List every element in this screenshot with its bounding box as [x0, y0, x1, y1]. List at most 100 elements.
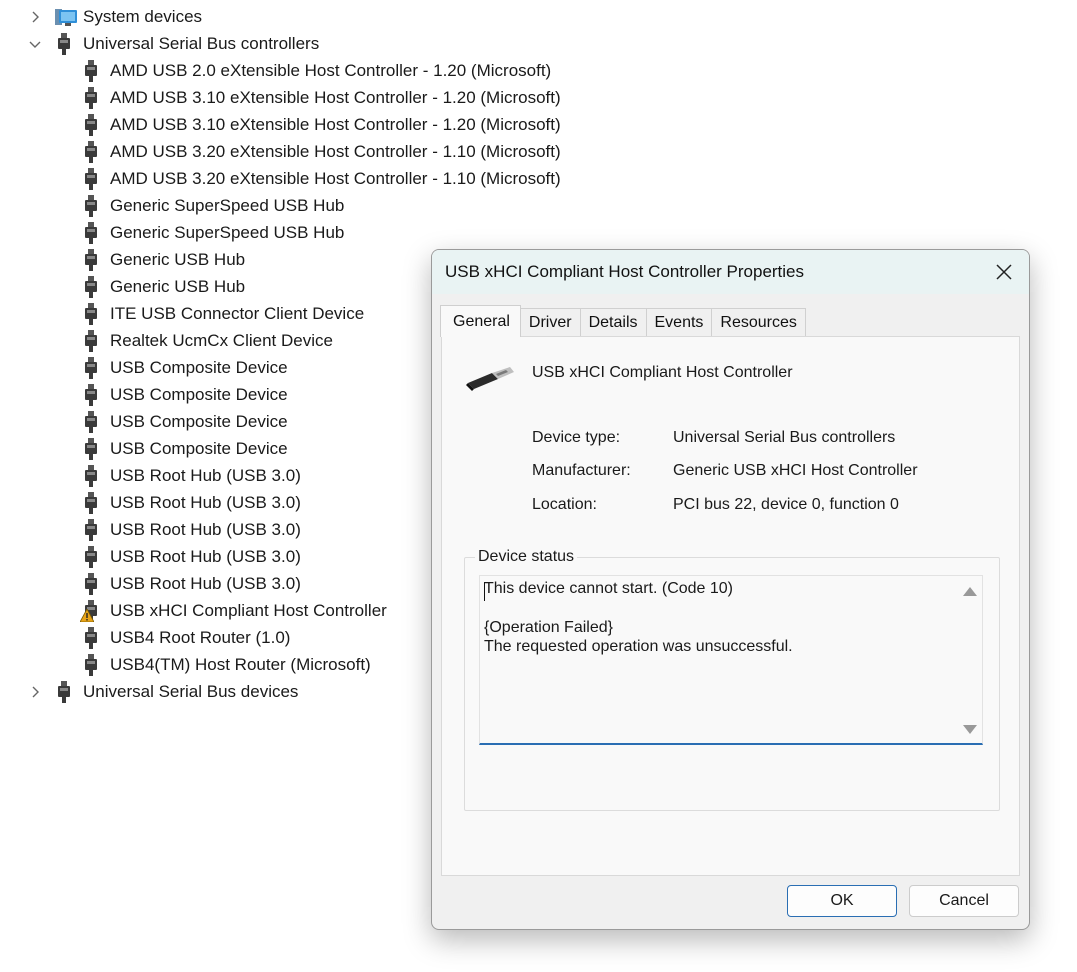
tree-item-usb-controller[interactable]: AMD USB 3.10 eXtensible Host Controller …	[81, 111, 561, 138]
tree-item-label: Universal Serial Bus devices	[83, 682, 299, 701]
tree-item-usb-controller[interactable]: USB Root Hub (USB 3.0)	[81, 516, 301, 543]
tree-item-label: ITE USB Connector Client Device	[110, 304, 365, 323]
tree-item-label: AMD USB 2.0 eXtensible Host Controller -…	[110, 61, 552, 80]
device-status-label: Device status	[475, 548, 578, 566]
tree-item-usb-controllers[interactable]: Universal Serial Bus controllers	[28, 30, 319, 57]
tab-general[interactable]: General	[440, 305, 521, 337]
tree-item-usb-controller[interactable]: Generic USB Hub	[81, 273, 245, 300]
tree-item-label: USB Root Hub (USB 3.0)	[110, 574, 301, 593]
usb-plug-icon	[81, 383, 101, 406]
tree-item-label: USB Composite Device	[110, 358, 288, 377]
tree-item-label: Generic USB Hub	[110, 250, 246, 269]
tree-item-label: Universal Serial Bus controllers	[83, 34, 320, 53]
usb-plug-icon	[81, 86, 101, 109]
usb-plug-icon	[81, 194, 101, 217]
tree-item-usb-controller[interactable]: USB4 Root Router (1.0)	[81, 624, 290, 651]
location-value: PCI bus 22, device 0, function 0	[673, 496, 899, 513]
tree-item-usb-controller[interactable]: USB Root Hub (USB 3.0)	[81, 462, 301, 489]
tree-item-label: AMD USB 3.20 eXtensible Host Controller …	[110, 142, 561, 161]
usb-plug-icon	[81, 113, 101, 136]
status-line: The requested operation was unsuccessful…	[484, 638, 793, 655]
location-label: Location:	[532, 496, 597, 513]
tree-item-usb-controller[interactable]: AMD USB 2.0 eXtensible Host Controller -…	[81, 57, 551, 84]
tree-item-usb-controller[interactable]: AMD USB 3.20 eXtensible Host Controller …	[81, 165, 561, 192]
tree-item-usb-controller[interactable]: AMD USB 3.20 eXtensible Host Controller …	[81, 138, 561, 165]
tree-item-label: USB Root Hub (USB 3.0)	[110, 547, 301, 566]
tree-item-label: AMD USB 3.10 eXtensible Host Controller …	[110, 88, 561, 107]
dialog-titlebar[interactable]: USB xHCI Compliant Host Controller Prope…	[432, 250, 1029, 294]
usb-plug-icon	[81, 302, 101, 325]
ok-button[interactable]: OK	[787, 885, 897, 917]
tree-item-usb-controller[interactable]: USB Composite Device	[81, 408, 288, 435]
manufacturer-value: Generic USB xHCI Host Controller	[673, 462, 918, 479]
tree-item-label: Generic SuperSpeed USB Hub	[110, 196, 345, 215]
scroll-up-arrow-icon[interactable]	[963, 587, 977, 596]
properties-dialog: USB xHCI Compliant Host Controller Prope…	[431, 249, 1030, 930]
tree-item-usb-devices[interactable]: Universal Serial Bus devices	[28, 678, 298, 705]
tree-item-usb-controller[interactable]: USB4(TM) Host Router (Microsoft)	[81, 651, 371, 678]
device-type-value: Universal Serial Bus controllers	[673, 429, 896, 446]
tree-item-label: USB Composite Device	[110, 412, 288, 431]
usb-plug-icon	[81, 221, 101, 244]
tree-item-label: USB xHCI Compliant Host Controller	[110, 601, 387, 620]
device-status-textbox[interactable]: This device cannot start. (Code 10) {Ope…	[479, 575, 983, 745]
tree-item-usb-controller[interactable]: Generic SuperSpeed USB Hub	[81, 219, 344, 246]
tree-item-label: USB Composite Device	[110, 385, 288, 404]
usb-plug-icon	[81, 410, 101, 433]
usb-connector-icon	[466, 365, 514, 396]
tree-item-usb-controller[interactable]: USB Composite Device	[81, 354, 288, 381]
tree-item-label: Generic USB Hub	[110, 277, 246, 296]
usb-plug-icon	[81, 437, 101, 460]
usb-plug-icon	[81, 248, 101, 271]
tab-events[interactable]: Events	[645, 308, 713, 337]
usb-plug-icon	[81, 59, 101, 82]
tree-item-label: USB Composite Device	[110, 439, 288, 458]
close-icon	[996, 264, 1012, 280]
tree-item-usb-controller[interactable]: Generic SuperSpeed USB Hub	[81, 192, 344, 219]
tab-details[interactable]: Details	[579, 308, 647, 337]
usb-plug-icon	[81, 518, 101, 541]
usb-plug-icon	[81, 140, 101, 163]
tree-item-usb-controller[interactable]: Generic USB Hub	[81, 246, 245, 273]
chevron-down-icon[interactable]	[28, 37, 42, 51]
tree-item-label: USB4 Root Router (1.0)	[110, 628, 291, 647]
vertical-scrollbar[interactable]	[958, 576, 982, 743]
tree-item-usb-controller[interactable]: USB Composite Device	[81, 381, 288, 408]
close-button[interactable]	[979, 250, 1029, 294]
chevron-right-icon[interactable]	[28, 10, 42, 24]
device-name: USB xHCI Compliant Host Controller	[532, 364, 793, 381]
usb-plug-icon	[81, 491, 101, 514]
tree-item-label: USB4(TM) Host Router (Microsoft)	[110, 655, 371, 674]
tree-item-label: Generic SuperSpeed USB Hub	[110, 223, 345, 242]
usb-plug-icon	[81, 626, 101, 649]
tree-item-usb-controller[interactable]: USB Root Hub (USB 3.0)	[81, 543, 301, 570]
usb-plug-icon	[81, 572, 101, 595]
tab-strip: General Driver Details Events Resources	[440, 305, 806, 337]
tab-driver[interactable]: Driver	[519, 308, 581, 337]
usb-plug-icon	[81, 329, 101, 352]
tree-item-usb-controller[interactable]: ITE USB Connector Client Device	[81, 300, 364, 327]
usb-plug-icon	[81, 275, 101, 298]
tree-item-usb-controller[interactable]: AMD USB 3.10 eXtensible Host Controller …	[81, 84, 561, 111]
usb-plug-icon	[54, 32, 74, 55]
dialog-title: USB xHCI Compliant Host Controller Prope…	[445, 262, 805, 281]
chevron-right-icon[interactable]	[28, 685, 42, 699]
tree-item-usb-controller[interactable]: USB Composite Device	[81, 435, 288, 462]
tree-item-usb-controller[interactable]: USB Root Hub (USB 3.0)	[81, 489, 301, 516]
tree-item-label: USB Root Hub (USB 3.0)	[110, 466, 301, 485]
tree-item-label: AMD USB 3.20 eXtensible Host Controller …	[110, 169, 561, 188]
usb-plug-icon	[81, 356, 101, 379]
general-tab-panel: USB xHCI Compliant Host Controller Devic…	[441, 336, 1020, 876]
usb-plug-icon	[81, 464, 101, 487]
usb-plug-icon	[81, 653, 101, 676]
tree-item-system-devices[interactable]: System devices	[28, 3, 202, 30]
status-line: {Operation Failed}	[484, 619, 613, 636]
tree-item-usb-controller[interactable]: USB xHCI Compliant Host Controller	[80, 597, 387, 624]
tree-item-usb-controller[interactable]: USB Root Hub (USB 3.0)	[81, 570, 301, 597]
cancel-button[interactable]: Cancel	[909, 885, 1019, 917]
tree-item-label: USB Root Hub (USB 3.0)	[110, 520, 301, 539]
tree-item-usb-controller[interactable]: Realtek UcmCx Client Device	[81, 327, 333, 354]
tab-resources[interactable]: Resources	[711, 308, 806, 337]
scroll-down-arrow-icon[interactable]	[963, 725, 977, 734]
tree-item-label: System devices	[83, 7, 203, 26]
